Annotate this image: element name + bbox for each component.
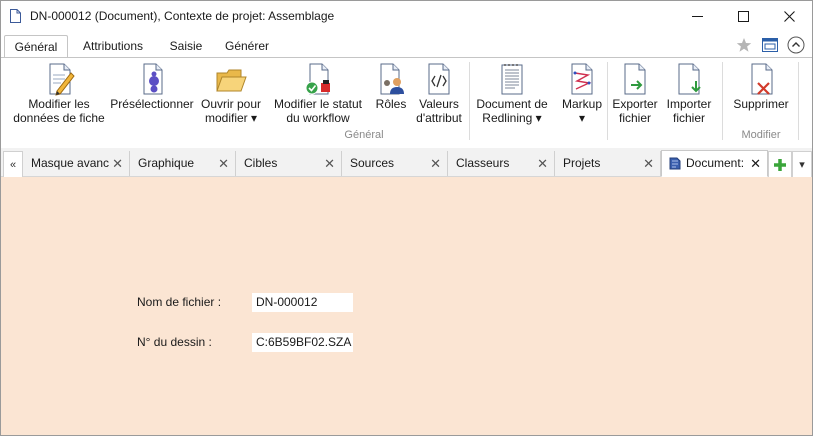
import-file-button[interactable]: Importer fichier (661, 61, 717, 129)
ribbon-separator (607, 62, 608, 140)
open-for-edit-label-1: Ouvrir pour (200, 97, 262, 111)
edit-record-label-2: données de fiche (13, 111, 105, 125)
document-form-area: Nom de fichier : DN-000012 N° du dessin … (1, 177, 812, 435)
tab-generer[interactable]: Générer (219, 35, 275, 57)
doc-tab-sources[interactable]: Sources ✕ (342, 151, 448, 176)
delete-icon (751, 63, 773, 95)
open-for-edit-button[interactable]: Ouvrir pour modifier ▾ (197, 61, 265, 129)
tab-close-icon[interactable]: ✕ (643, 151, 654, 176)
workflow-status-label-1: Modifier le statut (273, 97, 363, 111)
favorite-star-icon[interactable] (735, 36, 753, 54)
ribbon-tab-bar: Général Attributions Saisie Générer (1, 33, 812, 58)
doc-tab-label: Cibles (244, 156, 278, 170)
attribute-values-label-1: Valeurs (419, 97, 459, 111)
filename-label: Nom de fichier : (137, 295, 222, 309)
general-group-label: Général (344, 129, 384, 141)
window-title: DN-000012 (Document), Contexte de projet… (30, 9, 335, 23)
markup-icon (571, 63, 593, 95)
collapse-ribbon-icon[interactable] (787, 36, 805, 54)
redlining-document-label-2: Redlining ▾ (482, 111, 542, 125)
attribute-values-label-2: d'attribut (416, 111, 462, 125)
tab-attributions[interactable]: Attributions (75, 35, 151, 57)
add-tab-button[interactable] (768, 151, 792, 178)
import-file-label-1: Importer (666, 97, 712, 111)
close-icon (783, 11, 795, 22)
import-file-label-2: fichier (672, 111, 705, 125)
modifier-group-label: Modifier (741, 129, 781, 141)
add-icon (774, 158, 786, 171)
open-folder-icon (216, 69, 247, 92)
edit-record-data-button[interactable]: Modifier les données de fiche (11, 61, 107, 129)
tab-close-icon[interactable]: ✕ (112, 151, 123, 176)
tab-close-icon[interactable]: ✕ (430, 151, 441, 176)
tab-close-icon[interactable]: ✕ (537, 151, 548, 176)
roles-button[interactable]: Rôles (371, 61, 411, 129)
open-for-edit-label-2: modifier ▾ (204, 111, 258, 125)
ribbon-separator (722, 62, 723, 140)
document-icon (10, 9, 21, 23)
drawing-number-label: N° du dessin : (137, 335, 212, 349)
delete-button[interactable]: Supprimer (729, 61, 793, 129)
roles-label: Rôles (375, 97, 407, 111)
redlining-document-label-1: Document de (476, 97, 548, 111)
import-file-icon (678, 63, 701, 95)
markup-button[interactable]: Markup ▾ (557, 61, 607, 129)
export-file-label-1: Exporter (612, 97, 658, 111)
tab-saisie[interactable]: Saisie (164, 35, 208, 57)
markup-label-1: Markup (561, 97, 602, 111)
doc-tab-label: Projets (563, 156, 601, 170)
preselect-icon (143, 63, 163, 95)
minimize-button[interactable] (674, 1, 720, 32)
delete-label: Supprimer (733, 97, 789, 111)
close-button[interactable] (766, 1, 812, 32)
export-file-icon (624, 63, 646, 95)
document-tab-bar: « Masque avanc ✕ Graphique ✕ Cibles ✕ So… (1, 148, 812, 178)
maximize-button[interactable] (720, 1, 766, 32)
doc-tab-label: Classeurs (456, 156, 510, 170)
tab-close-icon[interactable]: ✕ (750, 151, 761, 176)
tabs-scroll-left-button[interactable]: « (3, 151, 23, 178)
doc-tab-label: Document: (686, 156, 745, 170)
doc-tab-label: Graphique (138, 156, 195, 170)
title-bar[interactable]: DN-000012 (Document), Contexte de projet… (1, 1, 812, 32)
tab-close-icon[interactable]: ✕ (218, 151, 229, 176)
attribute-values-icon (428, 63, 450, 95)
doc-tab-masque-avance[interactable]: Masque avanc ✕ (23, 151, 130, 176)
document-tab-icon (669, 157, 681, 170)
edit-record-label-1: Modifier les (28, 97, 90, 111)
tabs-menu-button[interactable]: ▾ (792, 151, 812, 178)
workflow-status-label-2: du workflow (286, 111, 350, 125)
ribbon-separator (798, 62, 799, 140)
window-layout-icon[interactable] (761, 36, 779, 54)
preselect-label: Présélectionner (110, 97, 194, 111)
ribbon-separator (469, 62, 470, 140)
filename-field[interactable]: DN-000012 (252, 293, 353, 312)
preselect-button[interactable]: Présélectionner (109, 61, 195, 129)
doc-tab-label: Masque avanc (31, 156, 110, 170)
doc-tab-classeurs[interactable]: Classeurs ✕ (448, 151, 555, 176)
tab-close-icon[interactable]: ✕ (324, 151, 335, 176)
tab-general[interactable]: Général (4, 35, 68, 58)
doc-tab-label: Sources (350, 156, 395, 170)
application-window: DN-000012 (Document), Contexte de projet… (0, 0, 813, 436)
doc-tab-projets[interactable]: Projets ✕ (555, 151, 661, 176)
redlining-document-button[interactable]: Document de Redlining ▾ (473, 61, 551, 129)
edit-record-icon (49, 63, 75, 96)
roles-icon (380, 63, 404, 95)
drawing-number-field[interactable]: C:6B59BF02.SZA (252, 333, 353, 352)
minimize-icon (691, 16, 703, 17)
export-file-label-2: fichier (618, 111, 651, 125)
maximize-icon (737, 11, 749, 22)
markup-label-2: ▾ (578, 111, 586, 125)
workflow-status-icon (305, 63, 330, 95)
export-file-button[interactable]: Exporter fichier (609, 61, 661, 129)
doc-tab-cibles[interactable]: Cibles ✕ (236, 151, 342, 176)
doc-tab-graphique[interactable]: Graphique ✕ (130, 151, 236, 176)
redlining-document-icon (501, 64, 523, 95)
ribbon-toolbar: Modifier les données de fiche Présélecti… (1, 57, 812, 149)
attribute-values-button[interactable]: Valeurs d'attribut (413, 61, 465, 129)
workflow-status-button[interactable]: Modifier le statut du workflow (267, 61, 369, 129)
doc-tab-document[interactable]: Document: ✕ (661, 150, 768, 177)
